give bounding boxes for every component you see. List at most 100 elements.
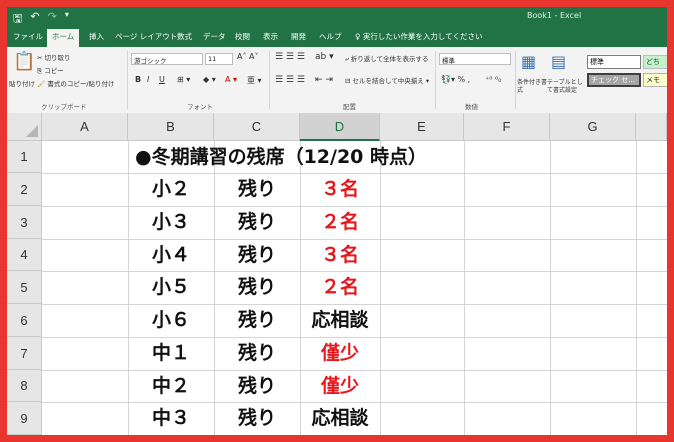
scissors-icon: ✂ xyxy=(37,54,43,62)
border-icon[interactable]: ⊞ ▾ xyxy=(177,75,190,84)
style-check-cell[interactable]: チェック セ... xyxy=(587,73,641,87)
italic-button[interactable]: I xyxy=(147,75,149,84)
remaining-label-cell[interactable]: 残り xyxy=(214,271,300,304)
phonetic-icon[interactable]: 亜 ▾ xyxy=(247,75,262,86)
row-header-1[interactable]: 1 xyxy=(7,141,42,173)
paste-icon[interactable]: 📋 xyxy=(13,51,35,72)
format-painter-button[interactable]: 🖌 書式のコピー/貼り付け xyxy=(37,78,115,88)
cut-button[interactable]: ✂ 切り取り xyxy=(37,52,71,62)
style-good[interactable]: どち xyxy=(643,55,667,69)
row-header-6[interactable]: 6 xyxy=(7,304,42,337)
indent-icon[interactable]: ⇤ ⇥ xyxy=(315,75,333,85)
tell-me-box[interactable]: ♀ 実行したい作業を入力してください xyxy=(355,31,482,42)
remaining-label-cell[interactable]: 残り xyxy=(214,206,300,239)
format-as-table-button[interactable]: テーブルとして書式設定 xyxy=(547,79,583,95)
tab-formulas[interactable]: 数式 xyxy=(177,31,192,42)
remaining-label-cell[interactable]: 残り xyxy=(214,173,300,206)
number-format-select[interactable]: 標準 xyxy=(439,53,511,65)
column-header-e[interactable]: E xyxy=(380,113,464,141)
underline-button[interactable]: U xyxy=(159,75,165,84)
tell-me-text: 実行したい作業を入力してください xyxy=(362,32,483,41)
tab-review[interactable]: 校閲 xyxy=(235,31,250,42)
remaining-label-cell[interactable]: 残り xyxy=(214,402,300,435)
row-header-2[interactable]: 2 xyxy=(7,173,42,206)
wrap-text-button[interactable]: ⤶ 折り返して全体を表示する xyxy=(345,53,429,64)
style-normal[interactable]: 標準 xyxy=(587,55,641,69)
ribbon: 📋 貼り付け ✂ 切り取り ⎘ コピー 🖌 書式のコピー/貼り付け クリップボー… xyxy=(7,47,667,114)
seats-cell[interactable]: 僅少 xyxy=(300,370,380,402)
tab-help[interactable]: ヘルプ xyxy=(319,31,342,42)
tab-file[interactable]: ファイル xyxy=(13,31,43,42)
grade-cell[interactable]: 小２ xyxy=(128,173,214,206)
window-title: Book1 - Excel xyxy=(527,11,582,20)
grade-cell[interactable]: 小５ xyxy=(128,271,214,304)
font-grow-icon[interactable]: A˄ A˅ xyxy=(237,52,259,61)
row-header-4[interactable]: 4 xyxy=(7,239,42,271)
seats-cell[interactable]: ２名 xyxy=(300,271,380,304)
seats-cell[interactable]: 応相談 xyxy=(300,304,380,337)
paste-button[interactable]: 貼り付け xyxy=(9,78,35,88)
conditional-format-icon[interactable]: ▦ xyxy=(521,52,536,71)
select-all-button[interactable] xyxy=(7,113,42,141)
tab-insert[interactable]: 挿入 xyxy=(89,31,104,42)
alignment-group-label: 配置 xyxy=(343,103,356,111)
row-header-8[interactable]: 8 xyxy=(7,370,42,402)
column-header-b[interactable]: B xyxy=(128,113,214,141)
sheet-title-cell[interactable]: ●冬期講習の残席（12/20 時点） xyxy=(135,141,575,173)
row-header-9[interactable]: 9 xyxy=(7,402,42,435)
tab-page-layout[interactable]: ページ レイアウト xyxy=(115,31,177,42)
tab-view[interactable]: 表示 xyxy=(263,31,278,42)
style-memo[interactable]: メモ xyxy=(643,73,667,87)
tab-home[interactable]: ホーム xyxy=(47,29,80,47)
column-header-g[interactable]: G xyxy=(550,113,636,141)
currency-icon[interactable]: 💱▾ % , xyxy=(441,75,470,84)
column-header-d[interactable]: D xyxy=(300,113,380,141)
remaining-label-cell[interactable]: 残り xyxy=(214,304,300,337)
orientation-icon[interactable]: ab ▾ xyxy=(315,52,334,62)
grade-cell[interactable]: 中２ xyxy=(128,370,214,402)
row-header-5[interactable]: 5 xyxy=(7,271,42,304)
row-header-3[interactable]: 3 xyxy=(7,206,42,239)
font-group-label: フォント xyxy=(187,103,213,111)
font-color-icon[interactable]: A ▾ xyxy=(225,75,237,84)
column-header-f[interactable]: F xyxy=(464,113,550,141)
worksheet: A B C D E F G 1 2 3 4 5 6 7 8 9 ●冬期講習の残席… xyxy=(7,113,667,435)
column-header-a[interactable]: A xyxy=(42,113,128,141)
copy-label: コピー xyxy=(44,67,64,75)
number-group-label: 数値 xyxy=(465,103,478,111)
bold-button[interactable]: B xyxy=(135,75,141,84)
row-header-7[interactable]: 7 xyxy=(7,337,42,370)
seats-cell[interactable]: ３名 xyxy=(300,173,380,206)
format-table-icon[interactable]: ▤ xyxy=(551,52,566,71)
seats-cell[interactable]: ３名 xyxy=(300,239,380,271)
remaining-label-cell[interactable]: 残り xyxy=(214,239,300,271)
ribbon-tabs: ファイル ホーム 挿入 ページ レイアウト 数式 データ 校閲 表示 開発 ヘル… xyxy=(7,27,667,47)
seats-cell[interactable]: 僅少 xyxy=(300,337,380,370)
grade-cell[interactable]: 中３ xyxy=(128,402,214,435)
font-size-select[interactable]: 11 xyxy=(205,53,233,65)
remaining-label-cell[interactable]: 残り xyxy=(214,370,300,402)
fill-color-icon[interactable]: ◆ ▾ xyxy=(203,75,216,84)
copy-button[interactable]: ⎘ コピー xyxy=(37,65,64,76)
font-name-select[interactable]: 游ゴシック xyxy=(131,53,203,65)
decimal-icon[interactable]: ⁺⁰ ⁰₀ xyxy=(485,75,501,84)
merge-center-button[interactable]: ⊟ セルを結合して中央揃え ▾ xyxy=(345,75,429,85)
merge-icon: ⊟ xyxy=(345,77,351,85)
column-header-h[interactable] xyxy=(636,113,667,141)
tab-data[interactable]: データ xyxy=(203,31,226,42)
gridline xyxy=(636,141,637,435)
grade-cell[interactable]: 小３ xyxy=(128,206,214,239)
column-header-c[interactable]: C xyxy=(214,113,300,141)
grade-cell[interactable]: 小４ xyxy=(128,239,214,271)
align-left-icon[interactable]: ☰ ☰ ☰ xyxy=(275,75,305,85)
seats-cell[interactable]: 応相談 xyxy=(300,402,380,435)
conditional-format-button[interactable]: 条件付き書式 xyxy=(517,79,547,95)
gridline xyxy=(380,141,381,435)
tab-developer[interactable]: 開発 xyxy=(291,31,306,42)
lightbulb-icon: ♀ xyxy=(355,32,361,41)
grade-cell[interactable]: 中１ xyxy=(128,337,214,370)
grade-cell[interactable]: 小６ xyxy=(128,304,214,337)
align-top-icon[interactable]: ☰ ☰ ☰ xyxy=(275,52,305,62)
remaining-label-cell[interactable]: 残り xyxy=(214,337,300,370)
seats-cell[interactable]: ２名 xyxy=(300,206,380,239)
